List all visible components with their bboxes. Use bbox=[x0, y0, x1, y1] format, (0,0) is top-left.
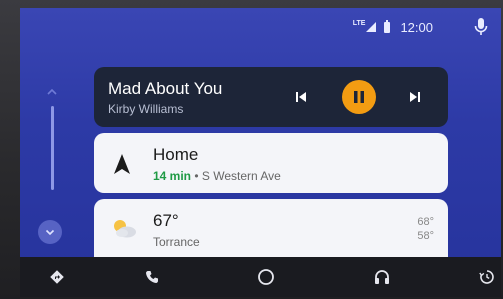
nav-tab-phone[interactable] bbox=[142, 267, 162, 287]
pause-button[interactable] bbox=[342, 80, 376, 114]
scroll-indicator[interactable] bbox=[51, 106, 54, 190]
phone-icon bbox=[146, 271, 158, 283]
pause-icon bbox=[354, 91, 364, 103]
skip-next-icon[interactable] bbox=[406, 88, 424, 106]
device-bezel: LTE 12:00 Mad About You Kirby Williams H… bbox=[0, 0, 503, 299]
current-temperature: 67° bbox=[153, 211, 179, 230]
overview-icon bbox=[479, 270, 494, 284]
high-temperature: 68° bbox=[417, 216, 434, 228]
battery-icon bbox=[384, 19, 391, 33]
low-temperature: 58° bbox=[417, 230, 434, 242]
chevron-down-icon bbox=[45, 229, 55, 236]
track-artist: Kirby Williams bbox=[108, 102, 184, 116]
home-circle-icon bbox=[258, 269, 274, 285]
headphones-icon bbox=[375, 270, 389, 284]
skip-previous-icon[interactable] bbox=[292, 88, 310, 106]
weather-location: Torrance bbox=[153, 235, 200, 249]
chevron-up-icon[interactable] bbox=[44, 84, 60, 100]
clock: 12:00 bbox=[400, 19, 433, 35]
microphone-icon[interactable] bbox=[473, 17, 489, 37]
nav-tab-audio[interactable] bbox=[372, 267, 392, 287]
status-bar: LTE 12:00 bbox=[353, 8, 501, 46]
route-summary: 14 min • S Western Ave bbox=[153, 169, 281, 183]
head-unit-screen: LTE 12:00 Mad About You Kirby Williams H… bbox=[20, 8, 501, 297]
eta: 14 min bbox=[153, 169, 192, 183]
nav-tab-navigation[interactable] bbox=[47, 267, 67, 287]
route-separator: • bbox=[194, 169, 199, 183]
navigation-card[interactable]: Home 14 min • S Western Ave bbox=[94, 133, 448, 193]
scroll-down-button[interactable] bbox=[38, 220, 62, 244]
navigation-arrow-icon bbox=[114, 154, 130, 174]
nav-tab-overview[interactable] bbox=[477, 267, 497, 287]
destination-name: Home bbox=[153, 145, 199, 164]
media-card[interactable]: Mad About You Kirby Williams bbox=[94, 67, 448, 127]
route-name: S Western Ave bbox=[201, 169, 281, 183]
partly-cloudy-icon bbox=[114, 220, 136, 238]
network-type-label: LTE bbox=[352, 19, 366, 27]
navigation-icon bbox=[50, 270, 64, 284]
bottom-navigation-bar bbox=[20, 257, 501, 297]
nav-tab-home[interactable] bbox=[256, 267, 276, 287]
signal-icon bbox=[366, 22, 377, 32]
track-title: Mad About You bbox=[108, 79, 223, 98]
